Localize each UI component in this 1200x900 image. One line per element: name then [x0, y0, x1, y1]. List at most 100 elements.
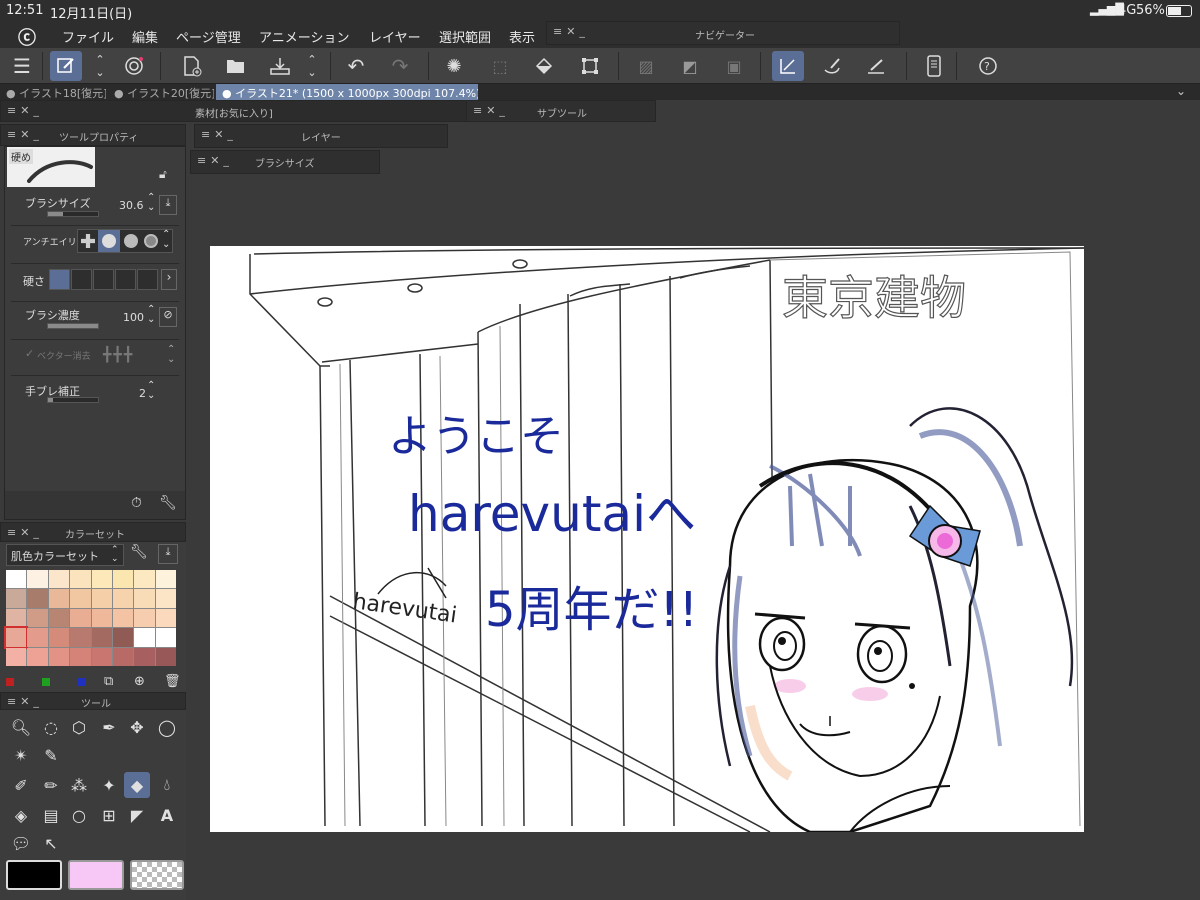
color-swatch[interactable]: [112, 589, 134, 608]
trash-icon[interactable]: 🗑︎: [164, 674, 181, 689]
density-slider[interactable]: [47, 323, 99, 329]
color-set-dropdown[interactable]: 肌色カラーセット ⌃ ⌄: [6, 544, 124, 566]
menu-edit[interactable]: 編集: [132, 27, 158, 46]
zoom-icon[interactable]: 🔍︎: [8, 714, 34, 740]
panel-controls-icon[interactable]: ≡✕_: [473, 104, 509, 117]
color-swatch[interactable]: [112, 628, 134, 647]
fill-bucket-icon[interactable]: ◈: [8, 802, 34, 828]
color-swatch[interactable]: [155, 628, 176, 647]
decoration-icon[interactable]: ✦: [96, 772, 122, 798]
antialias-weak-icon[interactable]: [102, 234, 116, 248]
pen-nib-icon[interactable]: ✒︎: [96, 714, 122, 740]
color-swatch[interactable]: [91, 647, 112, 666]
color-swatch[interactable]: [27, 628, 48, 647]
menu-hamburger-icon[interactable]: ☰: [6, 51, 38, 81]
color-swatch[interactable]: [70, 570, 91, 589]
color-swatch[interactable]: [48, 570, 70, 589]
panel-controls-icon[interactable]: ≡✕_: [7, 104, 43, 117]
color-swatch[interactable]: [48, 608, 70, 628]
brushsize-panel-header[interactable]: ≡✕_ ブラシサイズ: [190, 150, 380, 174]
companion-icon[interactable]: [118, 51, 150, 81]
snap-brush-icon[interactable]: [816, 51, 848, 81]
eyedropper-icon[interactable]: ✎: [38, 742, 64, 768]
transparent-color-swatch[interactable]: [130, 860, 184, 890]
wrench-icon[interactable]: 🔧︎: [130, 544, 148, 560]
hardness-level-5[interactable]: [137, 269, 158, 290]
color-swatch[interactable]: [134, 589, 155, 608]
menu-view[interactable]: 表示: [509, 27, 535, 46]
snap-ruler-icon[interactable]: [772, 51, 804, 81]
figure-icon[interactable]: ○: [66, 802, 92, 828]
wrench-icon[interactable]: 🔧︎: [159, 495, 177, 511]
hardness-level-1[interactable]: [49, 269, 70, 290]
color-swatch[interactable]: [6, 647, 27, 666]
chevron-right-icon[interactable]: ›: [161, 269, 177, 290]
color-swatch[interactable]: [48, 628, 70, 647]
add-color-icon[interactable]: ⊕: [134, 674, 145, 689]
hardness-level-3[interactable]: [93, 269, 114, 290]
stabilizer-stepper-icon[interactable]: ⌃ ⌄: [147, 381, 155, 401]
transform-icon[interactable]: [574, 51, 606, 81]
deselect-icon[interactable]: ✺: [438, 51, 470, 81]
fill-icon[interactable]: [528, 51, 560, 81]
sub-color-swatch[interactable]: [68, 860, 124, 890]
import-icon[interactable]: ⤓: [158, 544, 178, 564]
brush-size-slider[interactable]: [47, 211, 99, 217]
updown-chevron-icon[interactable]: ⌃ ⌄: [88, 51, 112, 81]
color-swatch[interactable]: [27, 570, 48, 589]
color-swatch[interactable]: [27, 589, 48, 608]
redo-icon[interactable]: ↷: [384, 51, 416, 81]
menu-file[interactable]: ファイル: [62, 27, 114, 46]
clip-layer-icon[interactable]: ▨: [630, 51, 662, 81]
undo-icon[interactable]: ↶: [340, 51, 372, 81]
pencil-icon[interactable]: ✏︎: [38, 772, 64, 798]
tabs-chevron-down-icon[interactable]: ⌄: [1176, 84, 1186, 98]
color-swatch[interactable]: [70, 647, 91, 666]
lock-icon[interactable]: 🔓︎: [159, 167, 167, 182]
red-swatch-icon[interactable]: [6, 678, 14, 686]
rotate-icon[interactable]: ◌: [38, 714, 64, 740]
reset-icon[interactable]: ⏱︎: [131, 495, 142, 511]
color-swatch[interactable]: [91, 608, 112, 628]
reference-layer-icon[interactable]: ◩: [674, 51, 706, 81]
move-icon[interactable]: ✥: [124, 714, 150, 740]
panel-controls-icon[interactable]: ≡✕_: [201, 128, 237, 141]
vector-erase-mode-icon[interactable]: ╋╋╋: [103, 347, 134, 363]
open-folder-icon[interactable]: [220, 51, 252, 81]
snap-line-icon[interactable]: [860, 51, 892, 81]
green-swatch-icon[interactable]: [42, 678, 50, 686]
antialias-strong-icon[interactable]: [144, 234, 158, 248]
color-swatch[interactable]: [3, 626, 29, 649]
color-swatch[interactable]: [112, 570, 134, 589]
ruler-icon[interactable]: ◤: [124, 802, 150, 828]
color-swatch[interactable]: [27, 647, 48, 666]
colorset-panel-header[interactable]: ≡✕_ カラーセット: [0, 522, 186, 542]
density-pressure-icon[interactable]: ⊘: [159, 307, 177, 327]
color-swatch[interactable]: [112, 647, 134, 666]
blend-icon[interactable]: 💧︎: [154, 772, 180, 798]
hardness-level-4[interactable]: [115, 269, 136, 290]
color-swatch[interactable]: [155, 647, 176, 666]
antialias-mid-icon[interactable]: [124, 234, 138, 248]
color-swatch[interactable]: [27, 608, 48, 628]
main-color-swatch[interactable]: [6, 860, 62, 890]
vector-erase-chevron-icon[interactable]: ⌃ ⌄: [167, 345, 175, 365]
color-swatch[interactable]: [134, 647, 155, 666]
color-swatch[interactable]: [155, 608, 176, 628]
updown-chevron-icon[interactable]: ⌃ ⌄: [300, 51, 324, 81]
magic-wand-icon[interactable]: ✴: [8, 742, 34, 768]
frame-icon[interactable]: ⊞: [96, 802, 122, 828]
hardness-level-2[interactable]: [71, 269, 92, 290]
invert-selection-icon[interactable]: ⬚: [484, 51, 516, 81]
tab-illust21[interactable]: ● イラスト21* (1500 x 1000px 300dpi 107.4%): [216, 84, 478, 100]
color-swatch[interactable]: [155, 570, 176, 589]
color-swatch[interactable]: [155, 589, 176, 608]
object-select-icon[interactable]: ⬡: [66, 714, 92, 740]
airbrush-icon[interactable]: ⁂: [66, 772, 92, 798]
eraser-icon[interactable]: ◆: [124, 772, 150, 798]
color-swatch[interactable]: [6, 608, 27, 628]
new-file-icon[interactable]: [176, 51, 208, 81]
device-icon[interactable]: [918, 51, 950, 81]
color-swatch[interactable]: [112, 608, 134, 628]
panel-controls-icon[interactable]: ≡✕_: [7, 128, 43, 141]
